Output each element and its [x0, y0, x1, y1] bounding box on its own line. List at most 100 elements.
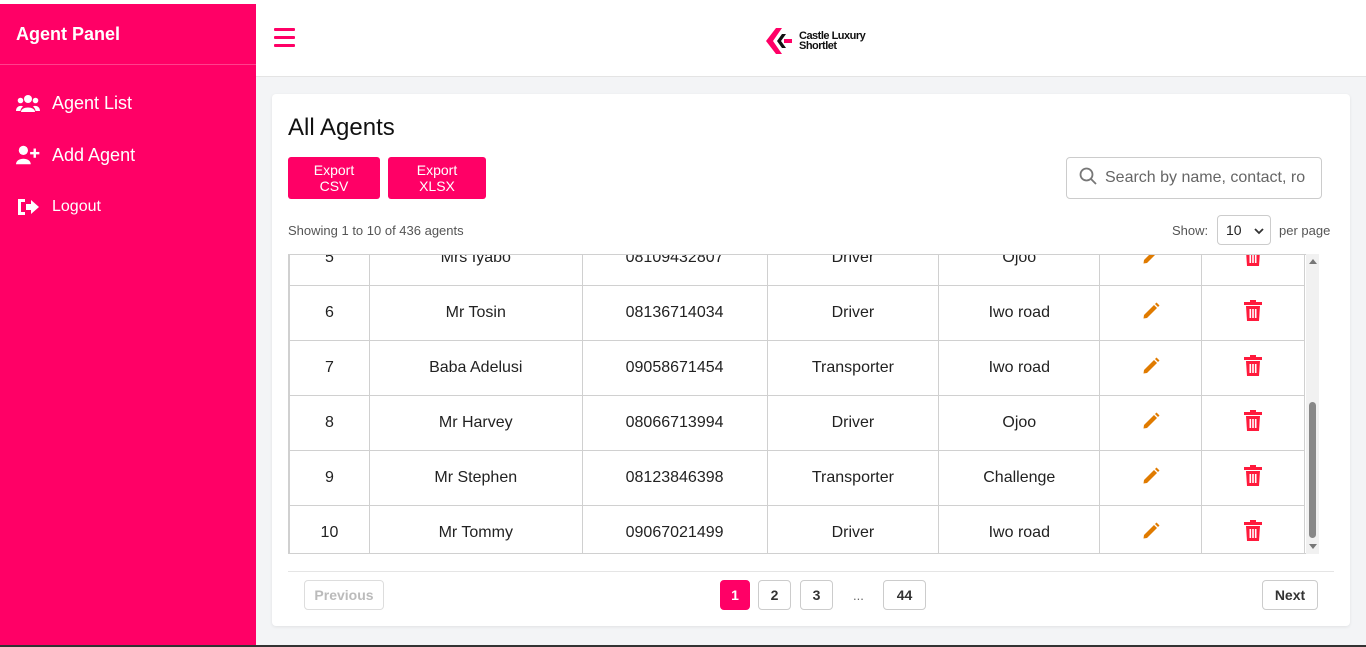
page-1-button[interactable]: 1 — [720, 580, 750, 610]
cell-name: Mr Harvey — [368, 395, 583, 451]
chevron-down-icon — [1254, 222, 1264, 238]
cell-num: 5 — [289, 255, 370, 286]
cell-edit — [1099, 450, 1203, 506]
previous-button[interactable]: Previous — [304, 580, 384, 610]
cell-role: Transporter — [766, 450, 940, 506]
sidebar: Agent Panel Agent List Add Agent Logout — [0, 4, 256, 647]
sidebar-item-agent-list[interactable]: Agent List — [0, 77, 256, 129]
table-row: 10 Mr Tommy 09067021499 Driver Iwo road — [289, 505, 1305, 553]
search-input[interactable] — [1105, 169, 1305, 187]
castle-logo-icon — [766, 28, 792, 54]
cell-delete — [1201, 255, 1305, 286]
scroll-thumb[interactable] — [1309, 402, 1316, 538]
cell-name: Mr Stephen — [368, 450, 583, 506]
cell-role: Driver — [766, 255, 940, 286]
pagination-ellipsis: ... — [853, 588, 864, 603]
cell-contact: 08066713994 — [581, 395, 768, 451]
trash-icon[interactable] — [1244, 354, 1263, 382]
agents-table: 5 Mrs Iyabo 08109432807 Driver Ojoo 6 Mr Tosin… — [288, 254, 1310, 554]
cell-num: 9 — [289, 450, 370, 506]
agents-card: All Agents Export CSV Export XLSX Showin… — [272, 94, 1350, 626]
cell-delete — [1201, 450, 1305, 506]
cell-num: 8 — [289, 395, 370, 451]
table-row: 8 Mr Harvey 08066713994 Driver Ojoo — [289, 395, 1305, 451]
cell-location: Iwo road — [938, 340, 1101, 396]
page-title: All Agents — [288, 114, 395, 141]
cell-edit — [1099, 340, 1203, 396]
sidebar-item-label: Agent List — [52, 92, 133, 113]
edit-icon[interactable] — [1142, 302, 1160, 325]
per-page-label: per page — [1279, 223, 1331, 238]
page-44-button[interactable]: 44 — [883, 580, 926, 610]
per-page-select[interactable]: 10 — [1217, 215, 1271, 245]
next-button[interactable]: Next — [1262, 580, 1318, 610]
cell-location: Iwo road — [938, 285, 1101, 341]
cell-edit — [1099, 505, 1203, 553]
users-icon — [16, 91, 40, 115]
table-row: 7 Baba Adelusi 09058671454 Transporter Iwo r… — [289, 340, 1305, 396]
page-2-button[interactable]: 2 — [758, 580, 791, 610]
scroll-up-arrow-icon[interactable] — [1309, 259, 1317, 264]
cell-role: Transporter — [766, 340, 940, 396]
table-scrollbar[interactable] — [1306, 254, 1319, 554]
trash-icon[interactable] — [1244, 519, 1263, 547]
cell-delete — [1201, 505, 1305, 553]
showing-count: Showing 1 to 10 of 436 agents — [288, 223, 464, 238]
table-row: 9 Mr Stephen 08123846398 Transporter Challen… — [289, 450, 1305, 506]
cell-name: Mrs Iyabo — [368, 255, 583, 286]
export-csv-button[interactable]: Export CSV — [288, 157, 380, 199]
page-3-button[interactable]: 3 — [800, 580, 833, 610]
search-icon — [1079, 167, 1097, 190]
edit-icon[interactable] — [1142, 255, 1160, 270]
edit-icon[interactable] — [1142, 522, 1160, 545]
per-page-value: 10 — [1226, 222, 1242, 238]
user-plus-icon — [16, 143, 40, 167]
search-box — [1066, 157, 1322, 199]
edit-icon[interactable] — [1142, 412, 1160, 435]
cell-contact: 09058671454 — [581, 340, 768, 396]
cell-location: Iwo road — [938, 505, 1101, 553]
cell-num: 7 — [289, 340, 370, 396]
export-xlsx-button[interactable]: Export XLSX — [388, 157, 486, 199]
scroll-down-arrow-icon[interactable] — [1309, 544, 1317, 549]
trash-icon[interactable] — [1244, 255, 1262, 272]
brand-logo: Castle Luxury Shortlet — [764, 26, 866, 56]
sidebar-item-add-agent[interactable]: Add Agent — [0, 129, 256, 181]
show-label: Show: — [1172, 223, 1209, 238]
sidebar-item-label: Logout — [52, 198, 101, 215]
logo-line2: Shortlet — [799, 40, 837, 52]
cell-contact: 09067021499 — [581, 505, 768, 553]
cell-name: Baba Adelusi — [368, 340, 583, 396]
cell-name: Mr Tosin — [368, 285, 583, 341]
cell-contact: 08136714034 — [581, 285, 768, 341]
cell-role: Driver — [766, 505, 940, 553]
sidebar-item-label: Add Agent — [52, 144, 136, 165]
sidebar-item-logout[interactable]: Logout — [0, 181, 256, 233]
table-row: 5 Mrs Iyabo 08109432807 Driver Ojoo — [289, 255, 1305, 286]
cell-contact: 08109432807 — [581, 255, 768, 286]
cell-edit — [1099, 255, 1203, 286]
cell-delete — [1201, 340, 1305, 396]
cell-delete — [1201, 395, 1305, 451]
edit-icon[interactable] — [1142, 467, 1160, 490]
cell-role: Driver — [766, 285, 940, 341]
trash-icon[interactable] — [1244, 299, 1263, 327]
sidebar-title: Agent Panel — [0, 4, 256, 65]
sign-out-icon — [16, 195, 40, 219]
cell-delete — [1201, 285, 1305, 341]
cell-location: Ojoo — [938, 255, 1101, 286]
trash-icon[interactable] — [1244, 464, 1263, 492]
trash-icon[interactable] — [1244, 409, 1263, 437]
cell-edit — [1099, 285, 1203, 341]
table-row: 6 Mr Tosin 08136714034 Driver Iwo road — [289, 285, 1305, 341]
cell-name: Mr Tommy — [368, 505, 583, 553]
cell-location: Ojoo — [938, 395, 1101, 451]
cell-contact: 08123846398 — [581, 450, 768, 506]
edit-icon[interactable] — [1142, 357, 1160, 380]
cell-location: Challenge — [938, 450, 1101, 506]
top-header: Castle Luxury Shortlet — [256, 4, 1366, 77]
cell-role: Driver — [766, 395, 940, 451]
cell-num: 10 — [289, 505, 370, 553]
hamburger-menu-icon[interactable] — [274, 28, 296, 50]
cell-edit — [1099, 395, 1203, 451]
